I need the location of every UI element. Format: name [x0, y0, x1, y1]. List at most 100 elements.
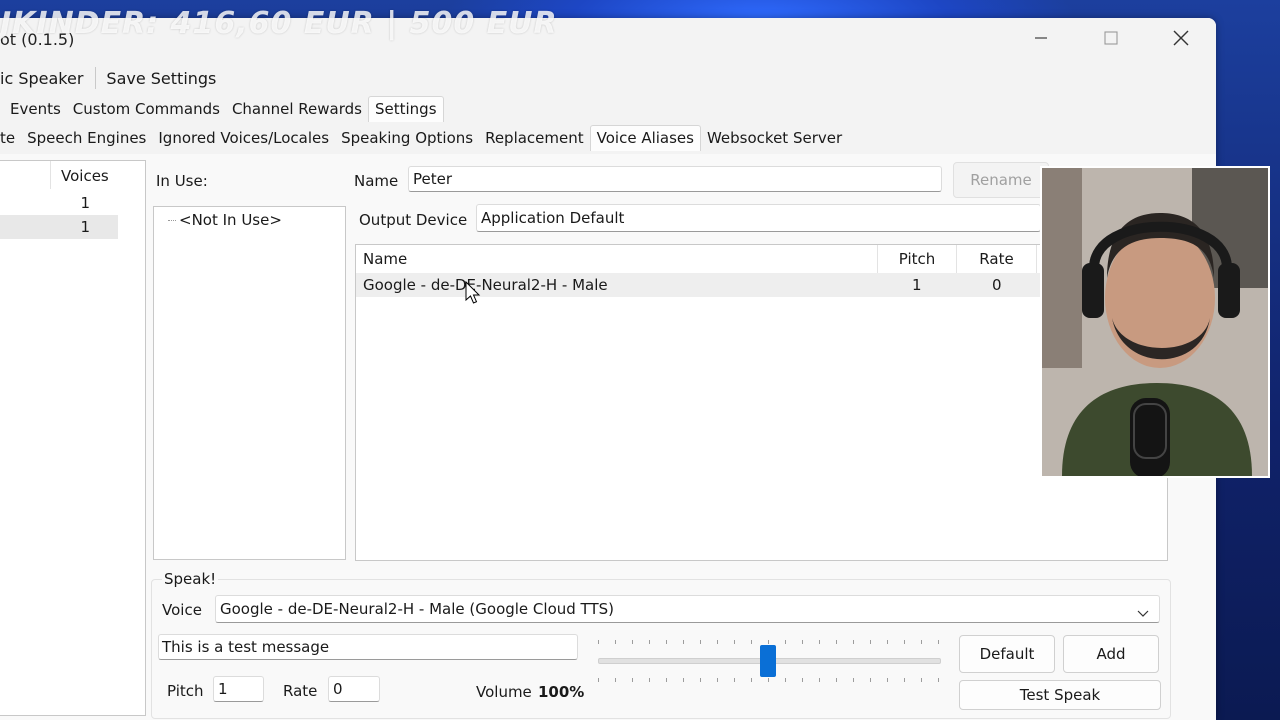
slider-tick: [921, 640, 922, 644]
slider-tick: [938, 678, 939, 682]
in-use-label: In Use:: [156, 172, 208, 190]
streamer-webcam-image: [1042, 168, 1268, 476]
list-item[interactable]: 1: [0, 191, 118, 215]
slider-tick: [683, 640, 684, 644]
slider-tick: [751, 678, 752, 682]
slider-tick: [887, 640, 888, 644]
tab-speaking-options[interactable]: Speaking Options: [335, 125, 479, 151]
slider-tick: [921, 678, 922, 682]
column-header-rate-label: Rate: [979, 250, 1014, 268]
slider-tick: [785, 640, 786, 644]
slider-thumb[interactable]: [760, 645, 776, 677]
slider-tick: [683, 678, 684, 682]
alias-list[interactable]: Voices 1 1: [0, 160, 146, 716]
slider-tick: [802, 640, 803, 644]
slider-tick: [717, 678, 718, 682]
voices-count: 1: [80, 194, 90, 212]
tab-ignored-voices[interactable]: Ignored Voices/Locales: [152, 125, 335, 151]
slider-tick: [887, 678, 888, 682]
slider-tick: [734, 640, 735, 644]
column-header-name-label: Name: [363, 250, 408, 268]
tree-item-not-in-use[interactable]: <Not In Use>: [179, 211, 282, 229]
column-divider: [50, 161, 51, 189]
slider-tick: [632, 640, 633, 644]
alias-name-input[interactable]: Peter: [408, 166, 942, 192]
volume-label: Volume: [476, 683, 532, 701]
voice-label: Voice: [162, 601, 202, 619]
slider-tick: [734, 678, 735, 682]
column-header-pitch[interactable]: Pitch: [878, 245, 957, 273]
default-button[interactable]: Default: [959, 635, 1055, 673]
rate-label: Rate: [283, 682, 318, 700]
slider-tick: [700, 640, 701, 644]
donation-banner: JKINDER: 416,60 EUR | 500 EUR: [0, 6, 558, 41]
close-button[interactable]: [1146, 18, 1216, 62]
test-message-input[interactable]: This is a test message: [158, 634, 578, 660]
slider-tick: [819, 640, 820, 644]
close-icon: [1173, 30, 1189, 50]
slider-tick: [598, 678, 599, 682]
speak-group-label: Speak!: [162, 570, 219, 588]
tab-voice-aliases[interactable]: Voice Aliases: [589, 125, 701, 151]
settings-tab-bar: te Speech Engines Ignored Voices/Locales…: [0, 123, 848, 151]
pitch-label: Pitch: [167, 682, 204, 700]
tab-events[interactable]: Events: [0, 96, 67, 122]
slider-tick: [615, 678, 616, 682]
menu-item-speaker[interactable]: ic Speaker: [0, 69, 93, 88]
voice-select-value: Google - de-DE-Neural2-H - Male (Google …: [220, 600, 614, 618]
list-item-selected[interactable]: 1: [0, 215, 118, 239]
tab-partial[interactable]: te: [0, 125, 21, 151]
menu-separator: [95, 67, 97, 89]
menu-bar: ic Speaker Save Settings: [0, 64, 226, 92]
in-use-tree[interactable]: <Not In Use>: [153, 206, 346, 560]
chevron-down-icon: [1137, 604, 1149, 622]
voices-count: 1: [80, 218, 90, 236]
slider-tick: [802, 678, 803, 682]
output-device-label: Output Device: [359, 211, 468, 229]
slider-tick: [666, 640, 667, 644]
tab-settings[interactable]: Settings: [367, 96, 444, 122]
tab-custom-commands[interactable]: Custom Commands: [67, 96, 226, 122]
slider-tick: [700, 678, 701, 682]
slider-tick: [649, 640, 650, 644]
mouse-cursor-icon: [464, 280, 484, 311]
slider-tick: [768, 640, 769, 644]
volume-value: 100%: [538, 683, 585, 701]
slider-tick: [649, 678, 650, 682]
volume-slider[interactable]: [598, 636, 941, 686]
column-header-name[interactable]: Name: [356, 245, 878, 273]
output-device-select[interactable]: Application Default: [476, 204, 1041, 232]
pitch-input[interactable]: 1: [213, 676, 264, 702]
name-label: Name: [354, 172, 399, 190]
app-window: ot (0.1.5) ic Speaker Save Settings Even…: [0, 18, 1216, 720]
table-row[interactable]: Google - de-DE-Neural2-H - Male 1 0: [356, 273, 1041, 297]
column-header-pitch-label: Pitch: [898, 250, 936, 268]
row-pitch: 1: [912, 276, 922, 294]
voice-select[interactable]: Google - de-DE-Neural2-H - Male (Google …: [215, 595, 1160, 623]
maximize-icon: [1104, 31, 1118, 49]
tab-channel-rewards[interactable]: Channel Rewards: [226, 96, 368, 122]
tree-line: [168, 220, 176, 222]
slider-tick: [785, 678, 786, 682]
minimize-icon: [1034, 31, 1048, 49]
tab-replacement[interactable]: Replacement: [479, 125, 590, 151]
add-button[interactable]: Add: [1063, 635, 1159, 673]
row-voice-name: Google - de-DE-Neural2-H - Male: [363, 276, 608, 294]
rate-input[interactable]: 0: [328, 676, 380, 702]
slider-tick: [870, 678, 871, 682]
slider-tick: [904, 678, 905, 682]
rename-button[interactable]: Rename: [953, 162, 1049, 198]
slider-tick: [853, 678, 854, 682]
voices-column-header[interactable]: Voices: [61, 167, 109, 185]
main-tab-bar: Events Custom Commands Channel Rewards S…: [0, 94, 444, 122]
column-header-rate[interactable]: Rate: [957, 245, 1037, 273]
tab-websocket-server[interactable]: Websocket Server: [701, 125, 848, 151]
slider-tick: [632, 678, 633, 682]
slider-tick: [904, 640, 905, 644]
test-speak-button[interactable]: Test Speak: [959, 680, 1161, 710]
tab-speech-engines[interactable]: Speech Engines: [21, 125, 152, 151]
maximize-button[interactable]: [1076, 18, 1146, 62]
menu-item-save-settings[interactable]: Save Settings: [106, 69, 226, 88]
minimize-button[interactable]: [1006, 18, 1076, 62]
slider-tick: [836, 640, 837, 644]
